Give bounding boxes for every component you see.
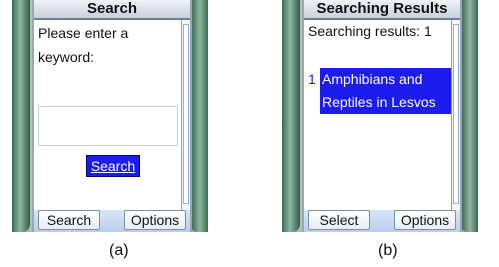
softkey-search[interactable]: Search [38, 210, 100, 230]
caption-b: (b) [378, 242, 398, 259]
result-title[interactable]: Amphibians and Reptiles in Lesvos [320, 68, 452, 114]
screen-title: Search [34, 0, 190, 20]
softkey-bar: Search Options [34, 210, 190, 232]
softkey-select[interactable]: Select [308, 210, 370, 230]
screen-title: Searching Results [304, 0, 460, 20]
phone-rail-right [460, 0, 478, 232]
caption-a: (a) [109, 242, 129, 259]
result-item[interactable]: 1 Amphibians and Reptiles in Lesvos [308, 68, 454, 114]
keyword-prompt: Please enter a keyword: [38, 25, 129, 65]
results-count: Searching results: 1 [308, 23, 432, 39]
softkey-options[interactable]: Options [394, 210, 456, 230]
scrollbar[interactable] [451, 20, 460, 210]
phone-screen-search: Search Please enter a keyword: Search Se… [12, 0, 208, 232]
scrollbar-thumb[interactable] [183, 24, 189, 204]
screen: Search Please enter a keyword: Search Se… [32, 0, 192, 232]
scrollbar[interactable] [181, 20, 190, 210]
screen-content: Please enter a keyword: Search [34, 20, 180, 210]
phone-screen-results: Searching Results Searching results: 1 1… [282, 0, 478, 232]
result-number: 1 [308, 71, 316, 87]
phone-rail-right [190, 0, 208, 232]
search-button[interactable]: Search [86, 155, 140, 177]
phone-rail-left [12, 0, 30, 232]
softkey-bar: Select Options [304, 210, 460, 232]
scrollbar-thumb[interactable] [453, 24, 459, 204]
keyword-input[interactable] [38, 106, 178, 146]
screen: Searching Results Searching results: 1 1… [302, 0, 462, 232]
phone-rail-left [282, 0, 300, 232]
screen-content: Searching results: 1 1 Amphibians and Re… [304, 20, 452, 210]
softkey-options[interactable]: Options [124, 210, 186, 230]
